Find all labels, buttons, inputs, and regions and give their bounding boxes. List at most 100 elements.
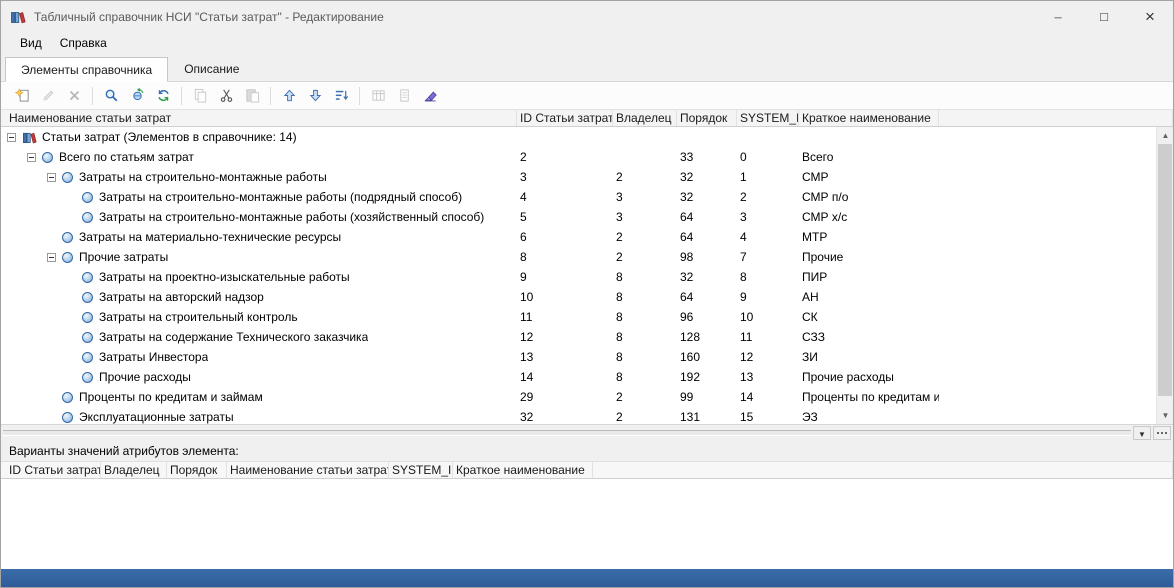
- node-label: Затраты на строительно-монтажные работы …: [99, 190, 462, 204]
- column-header[interactable]: Краткое наименование: [453, 462, 593, 478]
- tree-row[interactable]: Затраты на строительно-монтажные работы 3…: [1, 167, 1156, 187]
- tree-row[interactable]: Затраты на содержание Технического заказ…: [1, 327, 1156, 347]
- close-button[interactable]: [1127, 1, 1173, 32]
- node-circle-icon: [62, 252, 73, 263]
- cell-order: 32: [677, 270, 737, 284]
- cell-owner: 2: [613, 410, 677, 424]
- column-header[interactable]: ID Статьи затрат: [517, 110, 613, 126]
- column-header[interactable]: Порядок: [677, 110, 737, 126]
- column-header[interactable]: Наименование статьи затрат: [227, 462, 389, 478]
- move-down-button[interactable]: [303, 84, 327, 107]
- clear-button[interactable]: [418, 84, 442, 107]
- node-label: Эксплуатационные затраты: [79, 410, 234, 424]
- sync-icon: [130, 88, 145, 103]
- minimize-button[interactable]: [1035, 1, 1081, 32]
- vertical-scrollbar[interactable]: [1156, 127, 1173, 424]
- toolbar-separator: [92, 87, 93, 105]
- tree-row[interactable]: Прочие расходы14819213Прочие расходы: [1, 367, 1156, 387]
- cell-owner: 3: [613, 190, 677, 204]
- node-label: Прочие затраты: [79, 250, 168, 264]
- collapse-icon[interactable]: [7, 133, 16, 142]
- app-book-icon: [10, 9, 26, 25]
- column-header[interactable]: SYSTEM_ID: [737, 110, 799, 126]
- toolbar-separator: [181, 87, 182, 105]
- tree-row[interactable]: Затраты на авторский надзор108649АН: [1, 287, 1156, 307]
- menu-help[interactable]: Справка: [51, 34, 116, 52]
- move-up-button[interactable]: [277, 84, 301, 107]
- cell-id: 29: [517, 390, 613, 404]
- sync-button[interactable]: [125, 84, 149, 107]
- tree-row[interactable]: Проценты по кредитам и займам2929914Проц…: [1, 387, 1156, 407]
- titlebar: Табличный справочник НСИ "Статьи затрат"…: [1, 1, 1173, 32]
- splitter-groove[interactable]: [3, 430, 1131, 436]
- cell-system_id: 7: [737, 250, 799, 264]
- collapse-icon[interactable]: [27, 153, 36, 162]
- tree-row[interactable]: Затраты на проектно-изыскательные работы…: [1, 267, 1156, 287]
- column-header[interactable]: Краткое наименование: [799, 110, 939, 126]
- tab-elements[interactable]: Элементы справочника: [5, 57, 168, 82]
- cell-id: 3: [517, 170, 613, 184]
- cut-icon: [219, 88, 234, 103]
- column-header[interactable]: SYSTEM_ID: [389, 462, 453, 478]
- scroll-thumb[interactable]: [1158, 144, 1172, 396]
- add-button[interactable]: [10, 84, 34, 107]
- cell-order: 192: [677, 370, 737, 384]
- scroll-up-button[interactable]: [1157, 127, 1173, 144]
- tree-row[interactable]: Затраты на строительно-монтажные работы …: [1, 207, 1156, 227]
- tree-grid: Наименование статьи затратID Статьи затр…: [1, 110, 1173, 424]
- cell-owner: 2: [613, 170, 677, 184]
- cell-short_name: Всего: [799, 150, 939, 164]
- node-circle-icon: [82, 272, 93, 283]
- column-header[interactable]: ID Статьи затрат: [1, 462, 101, 478]
- cell-order: 64: [677, 230, 737, 244]
- column-header[interactable]: Владелец: [101, 462, 167, 478]
- node-circle-icon: [82, 212, 93, 223]
- cell-order: 33: [677, 150, 737, 164]
- move-up-icon: [282, 88, 297, 103]
- sort-button[interactable]: [329, 84, 353, 107]
- column-header[interactable]: Порядок: [167, 462, 227, 478]
- node-circle-icon: [82, 312, 93, 323]
- copy-icon: [193, 88, 208, 103]
- splitter-down-button[interactable]: [1133, 426, 1151, 440]
- tree-row[interactable]: Затраты Инвестора13816012ЗИ: [1, 347, 1156, 367]
- tree-row[interactable]: Затраты на строительно-монтажные работы …: [1, 187, 1156, 207]
- search-button[interactable]: [99, 84, 123, 107]
- cell-id: 4: [517, 190, 613, 204]
- cut-button[interactable]: [214, 84, 238, 107]
- app-window: Табличный справочник НСИ "Статьи затрат"…: [0, 0, 1174, 588]
- splitter-bar[interactable]: [1, 424, 1173, 440]
- column-header[interactable]: Наименование статьи затрат: [1, 110, 517, 126]
- scroll-down-button[interactable]: [1157, 407, 1173, 424]
- collapse-icon[interactable]: [47, 253, 56, 262]
- tree-row[interactable]: Затраты на строительный контроль1189610С…: [1, 307, 1156, 327]
- tree-row[interactable]: Эксплуатационные затраты32213115ЭЗ: [1, 407, 1156, 424]
- cell-order: 96: [677, 310, 737, 324]
- tree-row[interactable]: Всего по статьям затрат2330Всего: [1, 147, 1156, 167]
- cell-system_id: 11: [737, 330, 799, 344]
- tree-row[interactable]: Прочие затраты82987Прочие: [1, 247, 1156, 267]
- cell-id: 14: [517, 370, 613, 384]
- splitter-grip-button[interactable]: [1153, 426, 1171, 440]
- tab-description[interactable]: Описание: [168, 56, 255, 81]
- column-header[interactable]: Владелец: [613, 110, 677, 126]
- tree-root-row[interactable]: Статьи затрат (Элементов в справочнике: …: [1, 127, 1156, 147]
- node-circle-icon: [42, 152, 53, 163]
- maximize-button[interactable]: [1081, 1, 1127, 32]
- refresh-button[interactable]: [151, 84, 175, 107]
- cell-short_name: СМР х/с: [799, 210, 939, 224]
- sort-icon: [334, 88, 349, 103]
- grip-icon: [1157, 432, 1159, 434]
- edit-icon: [41, 88, 56, 103]
- cell-short_name: СМР п/о: [799, 190, 939, 204]
- tabbar: Элементы справочникаОписание: [1, 54, 1173, 82]
- tree-rows: Статьи затрат (Элементов в справочнике: …: [1, 127, 1156, 424]
- tree-header: Наименование статьи затратID Статьи затр…: [1, 110, 1173, 127]
- node-label: Затраты на строительно-монтажные работы: [79, 170, 327, 184]
- delete-button: [62, 84, 86, 107]
- collapse-icon[interactable]: [47, 173, 56, 182]
- menu-view[interactable]: Вид: [11, 34, 51, 52]
- tree-row[interactable]: Затраты на материально-технические ресур…: [1, 227, 1156, 247]
- cell-system_id: 14: [737, 390, 799, 404]
- edit-button: [36, 84, 60, 107]
